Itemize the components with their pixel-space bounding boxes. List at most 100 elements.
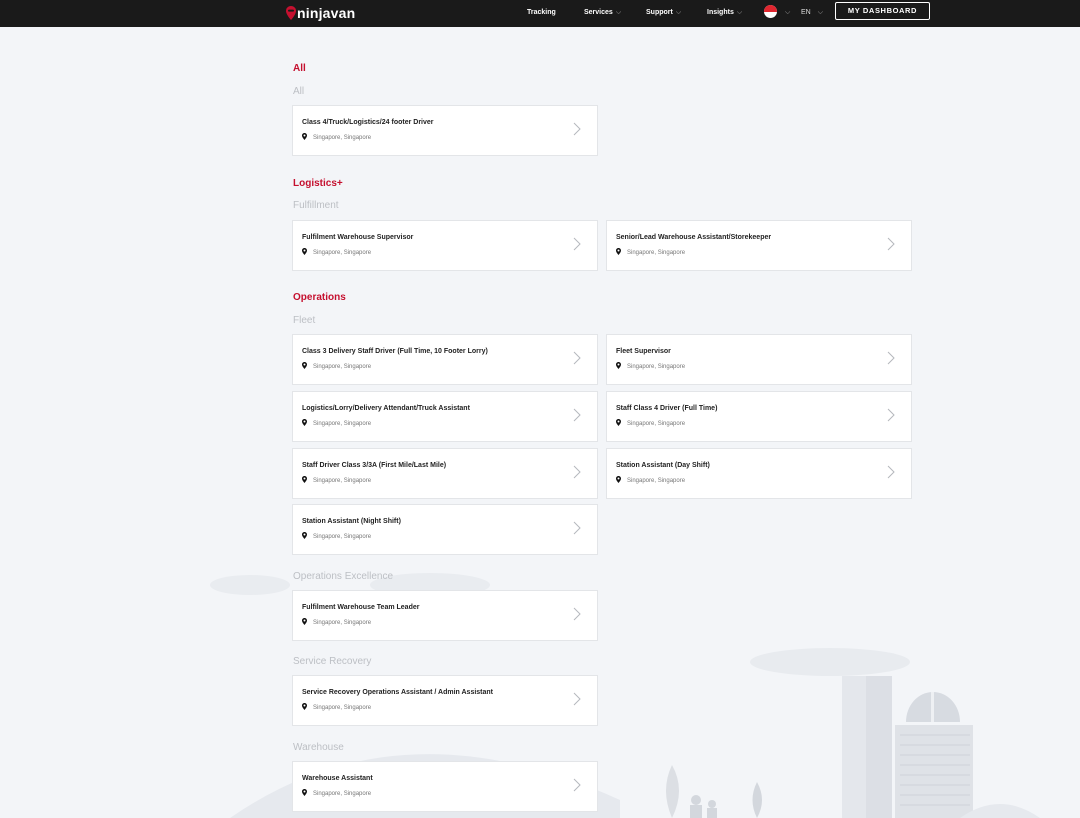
job-location-text: Singapore, Singapore	[313, 420, 372, 427]
ninjavan-logo[interactable]: ninjavan	[286, 3, 355, 23]
logo-text: ninjavan	[297, 5, 356, 21]
job-location-text: Singapore, Singapore	[313, 249, 372, 256]
country-dropdown[interactable]: ⌵	[782, 0, 790, 27]
ninja-pin-icon	[286, 6, 296, 20]
location-pin-icon	[302, 476, 307, 483]
nav-insights-label: Insights	[707, 9, 734, 16]
job-location: Singapore, Singapore	[302, 133, 372, 141]
nav-services-label: Services	[584, 9, 613, 16]
subsection-title-warehouse: Warehouse	[293, 742, 344, 753]
subsection-title-service-recovery: Service Recovery	[293, 656, 372, 667]
chevron-right-icon	[887, 408, 895, 422]
language-label: EN	[801, 9, 811, 16]
job-card[interactable]: Service Recovery Operations Assistant / …	[292, 675, 598, 726]
job-location-text: Singapore, Singapore	[627, 249, 686, 256]
top-navigation-bar: ninjavan Tracking Services ⌵ Support ⌵ Ins…	[0, 0, 1080, 27]
job-location: Singapore, Singapore	[616, 362, 686, 370]
job-card[interactable]: Senior/Lead Warehouse Assistant/Storekee…	[606, 220, 912, 271]
job-location: Singapore, Singapore	[302, 476, 372, 484]
language-dropdown[interactable]: EN ⌵	[801, 0, 823, 27]
nav-services[interactable]: Services ⌵	[584, 0, 621, 27]
job-card[interactable]: Staff Class 4 Driver (Full Time) Singapo…	[606, 391, 912, 442]
location-pin-icon	[302, 419, 307, 426]
chevron-right-icon	[573, 607, 581, 621]
chevron-down-icon: ⌵	[785, 9, 791, 16]
job-card[interactable]: Fleet Supervisor Singapore, Singapore	[606, 334, 912, 385]
nav-support-label: Support	[646, 9, 673, 16]
job-location: Singapore, Singapore	[302, 789, 372, 797]
chevron-right-icon	[573, 778, 581, 792]
my-dashboard-button[interactable]: MY DASHBOARD	[835, 2, 930, 20]
job-location-text: Singapore, Singapore	[627, 420, 686, 427]
job-title: Class 3 Delivery Staff Driver (Full Time…	[302, 348, 488, 355]
nav-tracking[interactable]: Tracking	[527, 0, 556, 27]
job-title: Staff Driver Class 3/3A (First Mile/Last…	[302, 462, 447, 469]
job-card[interactable]: Fulfilment Warehouse Supervisor Singapor…	[292, 220, 598, 271]
chevron-right-icon	[887, 351, 895, 365]
job-card[interactable]: Class 4/Truck/Logistics/24 footer Driver…	[292, 105, 598, 156]
job-card[interactable]: Warehouse Assistant Singapore, Singapore	[292, 761, 598, 812]
job-location: Singapore, Singapore	[302, 362, 372, 370]
chevron-right-icon	[573, 521, 581, 535]
subsection-title-fulfillment: Fulfillment	[293, 200, 339, 211]
job-location-text: Singapore, Singapore	[313, 477, 372, 484]
chevron-down-icon: ⌵	[817, 9, 824, 16]
job-location-text: Singapore, Singapore	[313, 790, 372, 797]
job-card[interactable]: Staff Driver Class 3/3A (First Mile/Last…	[292, 448, 598, 499]
subsection-title-all: All	[293, 86, 305, 97]
singapore-flag-icon[interactable]	[764, 5, 777, 18]
job-card[interactable]: Class 3 Delivery Staff Driver (Full Time…	[292, 334, 598, 385]
job-title: Staff Class 4 Driver (Full Time)	[616, 405, 718, 412]
location-pin-icon	[302, 362, 307, 369]
chevron-down-icon: ⌵	[736, 9, 743, 16]
chevron-right-icon	[573, 408, 581, 422]
nav-insights[interactable]: Insights ⌵	[707, 0, 742, 27]
location-pin-icon	[616, 476, 621, 483]
location-pin-icon	[616, 362, 621, 369]
job-location-text: Singapore, Singapore	[313, 619, 372, 626]
job-listings: All All Class 4/Truck/Logistics/24 foote…	[0, 0, 1080, 818]
job-card[interactable]: Station Assistant (Day Shift) Singapore,…	[606, 448, 912, 499]
job-title: Fleet Supervisor	[616, 348, 671, 355]
job-location: Singapore, Singapore	[616, 419, 686, 427]
job-location: Singapore, Singapore	[616, 476, 686, 484]
section-title-logistics: Logistics+	[293, 178, 343, 189]
section-title-operations: Operations	[293, 292, 346, 303]
location-pin-icon	[302, 618, 307, 625]
location-pin-icon	[616, 248, 621, 255]
job-location: Singapore, Singapore	[302, 419, 372, 427]
job-location: Singapore, Singapore	[302, 532, 372, 540]
job-location-text: Singapore, Singapore	[313, 134, 372, 141]
job-card[interactable]: Logistics/Lorry/Delivery Attendant/Truck…	[292, 391, 598, 442]
job-title: Station Assistant (Night Shift)	[302, 518, 401, 525]
job-title: Senior/Lead Warehouse Assistant/Storekee…	[616, 234, 772, 241]
location-pin-icon	[616, 419, 621, 426]
job-location: Singapore, Singapore	[616, 248, 686, 256]
job-location: Singapore, Singapore	[302, 248, 372, 256]
job-location-text: Singapore, Singapore	[313, 363, 372, 370]
job-location-text: Singapore, Singapore	[313, 704, 372, 711]
job-card[interactable]: Station Assistant (Night Shift) Singapor…	[292, 504, 598, 555]
job-location: Singapore, Singapore	[302, 618, 372, 626]
job-card[interactable]: Fulfilment Warehouse Team Leader Singapo…	[292, 590, 598, 641]
nav-support[interactable]: Support ⌵	[646, 0, 681, 27]
nav-tracking-label: Tracking	[527, 9, 556, 16]
job-title: Logistics/Lorry/Delivery Attendant/Truck…	[302, 405, 470, 412]
chevron-right-icon	[573, 351, 581, 365]
job-title: Class 4/Truck/Logistics/24 footer Driver	[302, 119, 434, 126]
location-pin-icon	[302, 789, 307, 796]
job-location-text: Singapore, Singapore	[627, 477, 686, 484]
chevron-right-icon	[573, 237, 581, 251]
job-title: Service Recovery Operations Assistant / …	[302, 689, 494, 696]
job-title: Station Assistant (Day Shift)	[616, 462, 710, 469]
chevron-right-icon	[573, 122, 581, 136]
job-location-text: Singapore, Singapore	[313, 533, 372, 540]
location-pin-icon	[302, 133, 307, 140]
chevron-right-icon	[887, 237, 895, 251]
job-title: Fulfilment Warehouse Supervisor	[302, 234, 414, 241]
chevron-down-icon: ⌵	[615, 9, 622, 16]
chevron-down-icon: ⌵	[675, 9, 682, 16]
subsection-title-operations-excellence: Operations Excellence	[293, 571, 394, 582]
job-location-text: Singapore, Singapore	[627, 363, 686, 370]
subsection-title-fleet: Fleet	[293, 315, 316, 326]
